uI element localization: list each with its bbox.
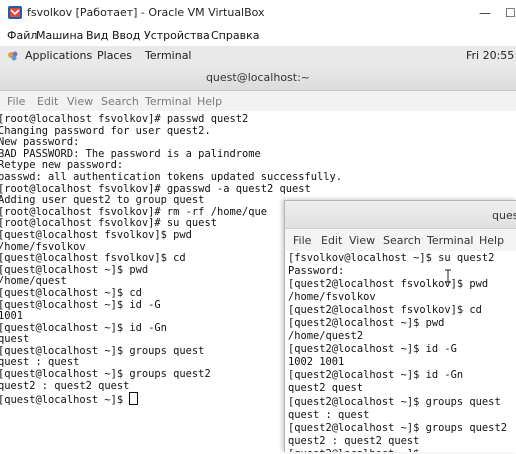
terminal-menu-help[interactable]: Help bbox=[479, 234, 504, 247]
terminal-menu-file[interactable]: File bbox=[293, 234, 311, 247]
terminal-line: quest2 quest bbox=[288, 382, 364, 395]
terminal-menu-search[interactable]: Search bbox=[101, 95, 139, 108]
terminal-line: quest : quest bbox=[288, 408, 370, 421]
terminal-line: 1002 1001 bbox=[288, 356, 345, 369]
terminal-cursor bbox=[129, 392, 139, 406]
terminal-menu-terminal[interactable]: Terminal bbox=[145, 95, 192, 108]
menu-machine[interactable]: Машина bbox=[36, 29, 83, 42]
terminal-menubar: File Edit View Search Terminal Help bbox=[0, 91, 516, 111]
menu-input[interactable]: Ввод bbox=[112, 29, 140, 42]
terminal-menu-edit[interactable]: Edit bbox=[37, 95, 58, 108]
terminal-line: passwd: all authentication tokens update… bbox=[0, 170, 343, 183]
terminal-line: /home/quest2 bbox=[288, 330, 364, 343]
vbox-menubar: Файл Машина Вид Ввод Устройства Справка bbox=[0, 26, 516, 46]
panel-applications[interactable]: Applications bbox=[25, 49, 92, 62]
terminal-menubar: File Edit View Search Terminal Help bbox=[285, 229, 516, 251]
virtualbox-logo-icon bbox=[8, 6, 22, 19]
terminal-title: quest@localhost:~ bbox=[205, 71, 311, 84]
terminal-line: [quest2@localhost ~]$ id -Gn bbox=[288, 369, 464, 382]
terminal-window-secondary[interactable]: ques File Edit View Search Terminal Help… bbox=[284, 200, 516, 452]
terminal-line: [quest2@localhost ~]$ bbox=[288, 448, 516, 452]
menu-devices[interactable]: Устройства bbox=[144, 29, 210, 42]
terminal-line: [fsvolkov@localhost ~]$ su quest2 bbox=[288, 252, 495, 264]
terminal-titlebar[interactable]: ques bbox=[285, 201, 516, 229]
terminal-line: [root@localhost fsvolkov]# passwd quest2 bbox=[0, 114, 249, 125]
text-cursor-icon bbox=[445, 269, 451, 283]
terminal-line: [quest2@localhost ~]$ groups quest2 bbox=[288, 421, 507, 434]
panel-places[interactable]: Places bbox=[97, 49, 132, 62]
terminal-menu-search[interactable]: Search bbox=[383, 234, 421, 247]
terminal-line: [quest2@localhost ~]$ pwd bbox=[288, 317, 445, 330]
terminal-line: quest2 : quest2 quest bbox=[288, 434, 420, 447]
terminal-menu-help[interactable]: Help bbox=[197, 95, 222, 108]
menu-view[interactable]: Вид bbox=[86, 29, 108, 42]
applications-icon bbox=[8, 51, 18, 61]
maximize-button[interactable]: ☐ bbox=[505, 4, 516, 22]
terminal-line: [quest2@localhost fsvolkov]$ pwd bbox=[288, 278, 489, 291]
gnome-top-panel: Applications Places Terminal Fri 20:55 bbox=[0, 46, 516, 67]
terminal-line: Password: bbox=[288, 265, 345, 278]
panel-terminal[interactable]: Terminal bbox=[145, 49, 192, 62]
terminal-line: [quest2@localhost fsvolkov]$ cd bbox=[288, 304, 482, 317]
window-title: fsvolkov [Работает] - Oracle VM VirtualB… bbox=[27, 6, 265, 19]
terminal-menu-file[interactable]: File bbox=[7, 95, 25, 108]
terminal-titlebar[interactable]: quest@localhost:~ bbox=[0, 66, 516, 91]
terminal-menu-terminal[interactable]: Terminal bbox=[427, 234, 474, 247]
minimize-button[interactable]: — bbox=[477, 4, 493, 22]
panel-clock[interactable]: Fri 20:55 bbox=[466, 49, 514, 62]
terminal-menu-view[interactable]: View bbox=[349, 234, 375, 247]
menu-file[interactable]: Файл bbox=[7, 29, 37, 42]
terminal-line: [quest2@localhost ~]$ id -G bbox=[288, 343, 457, 356]
terminal-title: ques bbox=[492, 209, 516, 222]
terminal-line: [quest2@localhost ~]$ groups quest bbox=[288, 395, 501, 408]
terminal-menu-view[interactable]: View bbox=[67, 95, 93, 108]
terminal-menu-edit[interactable]: Edit bbox=[321, 234, 342, 247]
menu-help[interactable]: Справка bbox=[211, 29, 259, 42]
terminal-line: /home/fsvolkov bbox=[288, 291, 376, 304]
terminal-output[interactable]: [fsvolkov@localhost ~]$ su quest2 Passwor… bbox=[288, 252, 516, 452]
vbox-titlebar: fsvolkov [Работает] - Oracle VM VirtualB… bbox=[0, 0, 516, 26]
